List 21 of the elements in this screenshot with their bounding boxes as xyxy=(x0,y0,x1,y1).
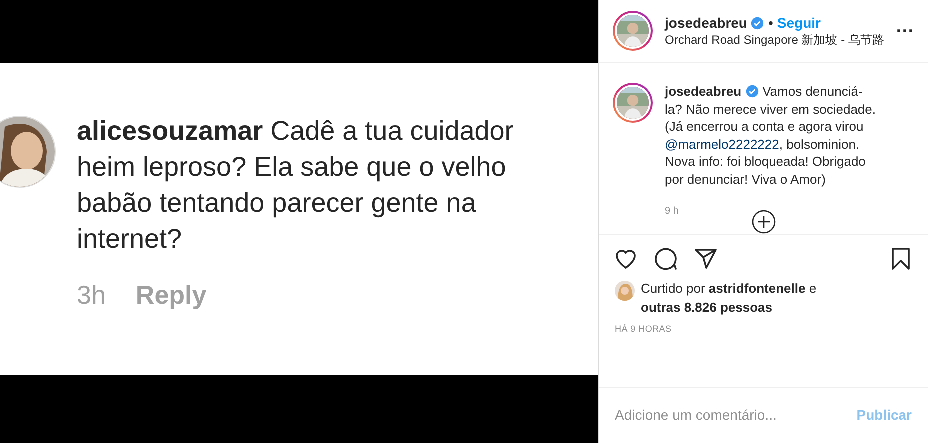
avatar xyxy=(613,11,653,51)
separator-dot: • xyxy=(768,14,774,32)
location-link[interactable]: Orchard Road Singapore 新加坡 - 乌节路 xyxy=(665,32,884,48)
caption-text: josedeabreu Vamos denunciá-la? Não merece viver em sociedade. (Já encerrou a conta e agora virou @marmelo2222222, bolsominion. Nova info: foi bloqueada! Obrigado por denunciar! Viva o Amor) xyxy=(665,83,877,188)
more-button[interactable]: ··· xyxy=(896,18,914,44)
speech-bubble-icon[interactable] xyxy=(654,247,678,271)
avatar xyxy=(613,83,653,123)
username-link[interactable]: josedeabreu xyxy=(665,14,748,32)
post-timestamp: HÁ 9 HORAS xyxy=(614,323,673,336)
load-more-button[interactable] xyxy=(752,210,776,234)
paper-plane-icon[interactable] xyxy=(694,247,718,271)
bookmark-icon[interactable] xyxy=(889,247,913,271)
comment-time: 3h xyxy=(77,279,106,312)
avatar xyxy=(615,281,635,301)
comment-text: alicesouzamar Cadê a tua cuidador heim leproso? Ela sabe que o velho babão tentando parecer gente na internet? xyxy=(77,115,514,256)
username-link[interactable]: josedeabreu xyxy=(665,84,742,99)
likes-text: Curtido por astridfontenelle e outras 8.826 pessoas xyxy=(641,280,818,317)
comment-time: 9 h xyxy=(665,205,680,219)
mention-link[interactable]: @marmelo2222222 xyxy=(665,136,780,152)
avatar xyxy=(0,116,56,188)
heart-icon[interactable] xyxy=(614,247,638,271)
